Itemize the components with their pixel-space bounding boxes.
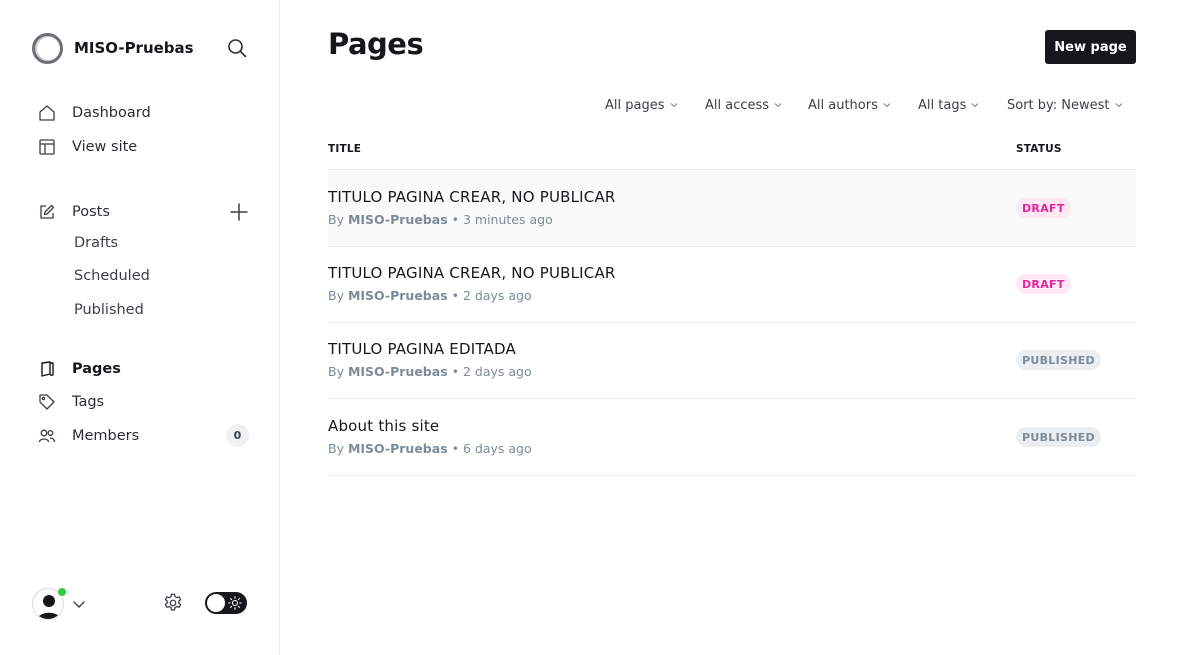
plus-icon[interactable] bbox=[229, 202, 249, 222]
search-icon[interactable] bbox=[226, 37, 248, 59]
row-by: By bbox=[328, 212, 344, 227]
nav-view-site-label: View site bbox=[72, 139, 138, 155]
nav-drafts[interactable]: Drafts bbox=[74, 235, 118, 257]
nav-tags-label: Tags bbox=[72, 394, 105, 410]
table-row[interactable]: TITULO PAGINA CREAR, NO PUBLICAR By MISO… bbox=[328, 170, 1136, 247]
row-title: TITULO PAGINA CREAR, NO PUBLICAR bbox=[328, 264, 616, 282]
row-author: MISO-Pruebas bbox=[347, 364, 448, 379]
row-title: TITULO PAGINA EDITADA bbox=[328, 340, 516, 358]
row-author: MISO-Pruebas bbox=[347, 212, 448, 227]
row-title: TITULO PAGINA CREAR, NO PUBLICAR bbox=[328, 188, 616, 206]
filter-tags[interactable]: All tags bbox=[918, 95, 979, 115]
gear-icon[interactable] bbox=[162, 592, 184, 614]
row-author: MISO-Pruebas bbox=[347, 441, 448, 456]
page-title: Pages bbox=[328, 27, 424, 61]
row-time: • 2 days ago bbox=[451, 288, 532, 303]
row-meta: By MISO-Pruebas • 2 days ago bbox=[328, 288, 532, 303]
row-meta: By MISO-Pruebas • 6 days ago bbox=[328, 441, 532, 456]
table-row[interactable]: TITULO PAGINA EDITADA By MISO-Pruebas • … bbox=[328, 322, 1136, 399]
chevron-down-icon bbox=[883, 103, 891, 108]
nav-pages-label: Pages bbox=[72, 361, 121, 377]
row-meta: By MISO-Pruebas • 2 days ago bbox=[328, 364, 532, 379]
nav-dashboard[interactable]: Dashboard bbox=[38, 101, 151, 125]
row-time: • 3 minutes ago bbox=[451, 212, 553, 227]
online-status-dot bbox=[57, 587, 67, 597]
filter-access-label: All access bbox=[705, 97, 770, 113]
filter-type-label: All pages bbox=[605, 97, 665, 113]
site-name: MISO-Pruebas bbox=[74, 39, 194, 57]
nav-posts-label: Posts bbox=[72, 204, 110, 220]
status-badge: DRAFT bbox=[1016, 274, 1071, 294]
nav-published[interactable]: Published bbox=[74, 302, 144, 324]
nav-tags[interactable]: Tags bbox=[38, 390, 104, 414]
nav-scheduled[interactable]: Scheduled bbox=[74, 268, 150, 290]
filter-authors[interactable]: All authors bbox=[808, 95, 891, 115]
nav-pages[interactable]: Pages bbox=[38, 357, 121, 381]
column-header-status: STATUS bbox=[1016, 143, 1062, 155]
chevron-down-icon bbox=[971, 103, 979, 108]
home-icon bbox=[39, 105, 55, 121]
user-menu[interactable] bbox=[32, 587, 92, 621]
layout-icon bbox=[39, 139, 55, 155]
nav-posts[interactable]: Posts bbox=[38, 200, 110, 224]
filter-sort[interactable]: Sort by: Newest bbox=[1007, 95, 1123, 115]
new-page-button[interactable]: New page bbox=[1045, 30, 1136, 64]
nav-members[interactable]: Members bbox=[38, 424, 139, 448]
edit-icon bbox=[40, 204, 55, 219]
chevron-down-icon bbox=[1115, 103, 1122, 108]
filter-tags-label: All tags bbox=[918, 97, 967, 113]
sun-icon bbox=[228, 596, 242, 610]
status-badge: PUBLISHED bbox=[1016, 350, 1101, 370]
members-icon bbox=[38, 429, 56, 443]
row-by: By bbox=[328, 441, 344, 456]
theme-toggle[interactable] bbox=[205, 592, 247, 614]
row-title: About this site bbox=[328, 417, 440, 435]
table-row[interactable]: About this site By MISO-Pruebas • 6 days… bbox=[328, 399, 1136, 476]
chevron-down-icon bbox=[670, 103, 677, 108]
tag-icon bbox=[39, 394, 55, 410]
status-badge: PUBLISHED bbox=[1016, 427, 1101, 447]
nav-view-site[interactable]: View site bbox=[38, 135, 137, 159]
toggle-knob bbox=[207, 594, 225, 612]
filter-sort-label: Sort by: Newest bbox=[1007, 97, 1110, 113]
filter-authors-label: All authors bbox=[808, 97, 878, 113]
nav-dashboard-label: Dashboard bbox=[72, 105, 151, 121]
status-badge: DRAFT bbox=[1016, 198, 1071, 218]
column-header-title: TITLE bbox=[328, 143, 362, 155]
row-time: • 2 days ago bbox=[451, 364, 532, 379]
row-by: By bbox=[328, 364, 344, 379]
site-logo-icon bbox=[32, 32, 63, 64]
table-row[interactable]: TITULO PAGINA CREAR, NO PUBLICAR By MISO… bbox=[328, 246, 1136, 323]
brand[interactable]: MISO-Pruebas bbox=[32, 32, 194, 64]
filter-access[interactable]: All access bbox=[705, 95, 782, 115]
members-count-badge: 0 bbox=[226, 424, 249, 447]
chevron-down-icon bbox=[73, 601, 85, 608]
chevron-down-icon bbox=[774, 103, 782, 108]
sidebar: MISO-Pruebas Dashboard View site Posts D… bbox=[0, 0, 280, 655]
row-by: By bbox=[328, 288, 344, 303]
page-icon bbox=[41, 361, 54, 377]
row-author: MISO-Pruebas bbox=[347, 288, 448, 303]
nav-members-label: Members bbox=[72, 428, 140, 444]
row-time: • 6 days ago bbox=[451, 441, 532, 456]
row-meta: By MISO-Pruebas • 3 minutes ago bbox=[328, 212, 553, 227]
filter-type[interactable]: All pages bbox=[605, 95, 678, 115]
